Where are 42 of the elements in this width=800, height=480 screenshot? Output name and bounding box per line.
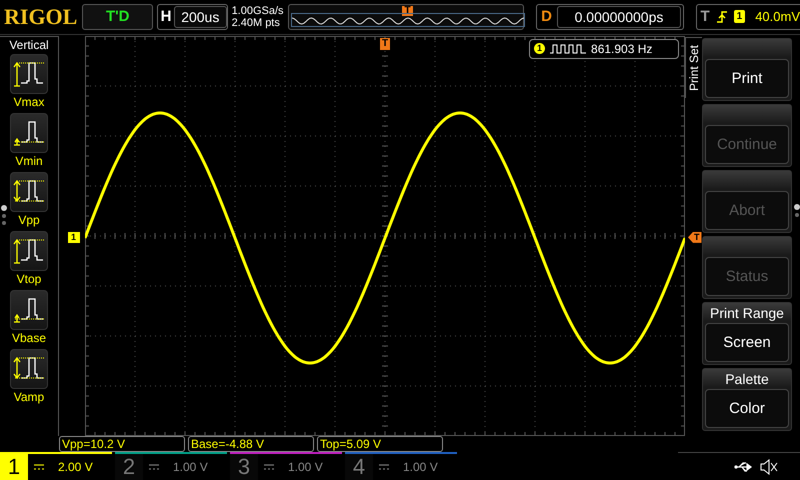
usb-icon xyxy=(734,460,754,472)
dc-coupling-icon xyxy=(149,464,159,470)
measurement-readout: Vpp=10.2 V xyxy=(59,436,185,452)
pulse-measure-icon xyxy=(10,290,48,330)
channel-tab[interactable]: 3 1.00 V xyxy=(230,452,342,480)
measure-button[interactable]: Vtop xyxy=(9,230,49,286)
channel-marker: 1 xyxy=(68,232,80,243)
channel-tab[interactable]: 4 1.00 V xyxy=(345,452,457,480)
pulse-measure-icon xyxy=(10,172,48,212)
softkey-button[interactable]: Print xyxy=(702,38,792,101)
pulse-measure-icon xyxy=(10,112,48,153)
pulse-measure-icon xyxy=(10,54,48,94)
channel-tab[interactable]: 1 2.00 V xyxy=(0,452,112,480)
speaker-muted-icon xyxy=(760,458,778,474)
pulse-measure-icon xyxy=(10,348,48,389)
square-wave-icon xyxy=(550,44,586,54)
measure-button[interactable]: Vmax xyxy=(9,54,49,109)
softkey-button[interactable]: Palette Color xyxy=(702,368,792,431)
measure-button[interactable]: Vmin xyxy=(9,112,49,168)
measurement-readout: Base=-4.88 V xyxy=(188,436,314,452)
memory-depth: 2.40M pts xyxy=(232,16,281,29)
menu-title: Vertical xyxy=(9,38,49,52)
dc-coupling-icon xyxy=(34,464,44,470)
rising-edge-icon xyxy=(716,10,728,24)
trigger-display[interactable]: T 1 40.0mV xyxy=(696,4,800,30)
measurement-readout: Top=5.09 V xyxy=(317,436,443,452)
measure-button[interactable]: Vamp xyxy=(9,348,49,404)
trigger-time-marker: T xyxy=(380,38,390,50)
channel-tab[interactable]: 2 1.00 V xyxy=(115,452,227,480)
run-status: T'D xyxy=(82,4,153,30)
pulse-measure-icon xyxy=(10,230,48,271)
sample-rate: 1.00GSa/s xyxy=(232,4,284,17)
softkey-button[interactable]: Print Range Screen xyxy=(702,302,792,365)
frequency-readout: 1 861.903 Hz xyxy=(529,38,679,59)
measure-button[interactable]: Vbase xyxy=(9,290,49,345)
dc-coupling-icon xyxy=(379,464,389,470)
trigger-level-marker: T xyxy=(688,232,702,243)
timebase-display[interactable]: H 200us xyxy=(157,4,228,30)
delay-display[interactable]: D 0.00000000ps xyxy=(536,4,684,30)
dc-coupling-icon xyxy=(264,464,274,470)
brand-logo: RIGOL xyxy=(4,4,78,30)
measure-button[interactable]: Vpp xyxy=(9,172,49,227)
